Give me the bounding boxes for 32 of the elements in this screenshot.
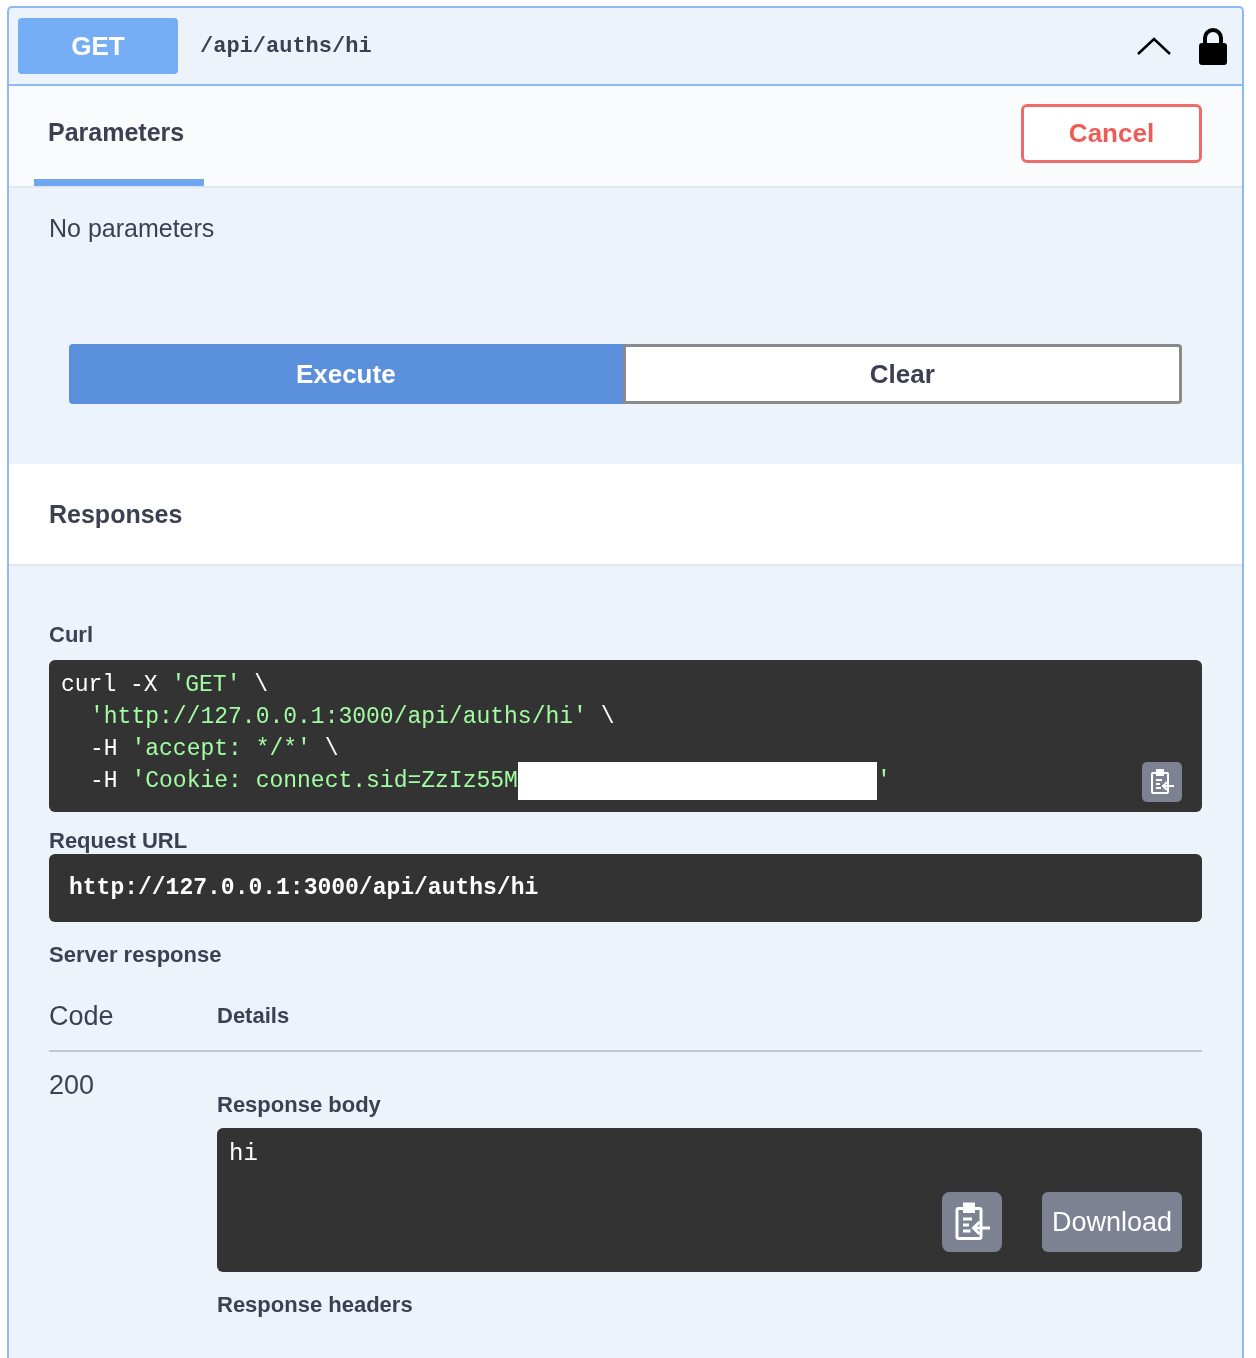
copy-button[interactable] xyxy=(941,1192,1002,1252)
column-header: Code xyxy=(49,1000,115,1032)
code-string: ' xyxy=(876,767,891,796)
code-text: \ xyxy=(323,735,339,764)
download-button[interactable]: Download xyxy=(1041,1192,1182,1252)
lock-icon[interactable] xyxy=(1198,27,1228,65)
endpoint-path: /api/auths/hi xyxy=(200,33,372,59)
response-headers-label: Response headers xyxy=(217,1292,414,1318)
request-url-label: Request URL xyxy=(49,828,189,854)
response-body-label: Response body xyxy=(217,1092,382,1118)
code-text: \ xyxy=(253,671,269,700)
clipboard-icon xyxy=(1149,768,1175,796)
column-header: Details xyxy=(217,1003,290,1029)
code-string: 'GET' xyxy=(171,671,241,700)
code-string: 'Cookie: connect.sid=ZzIz55M xyxy=(131,767,518,796)
server-response-label: Server response xyxy=(49,942,223,968)
code-text: -H xyxy=(90,735,119,764)
parameters-tab[interactable]: Parameters xyxy=(34,86,204,186)
method-badge: GET xyxy=(18,18,178,74)
code-text: curl -X xyxy=(61,671,159,700)
no-parameters-text: No parameters xyxy=(49,214,216,243)
code-string: 'accept: */*' xyxy=(131,735,311,764)
clear-button[interactable]: Clear xyxy=(622,344,1182,404)
request-url: http://127.0.0.1:3000/api/auths/hi xyxy=(49,854,1202,922)
responses-heading: Responses xyxy=(49,499,183,529)
code-text: -H xyxy=(90,767,119,796)
response-text: hi xyxy=(229,1140,258,1167)
code-text: \ xyxy=(599,703,615,732)
curl-label: Curl xyxy=(49,622,94,648)
chevron-up-icon[interactable] xyxy=(1136,35,1172,57)
code-string: 'http://127.0.0.1:3000/api/auths/hi' xyxy=(90,703,587,732)
status-code: 200 xyxy=(49,1070,96,1102)
